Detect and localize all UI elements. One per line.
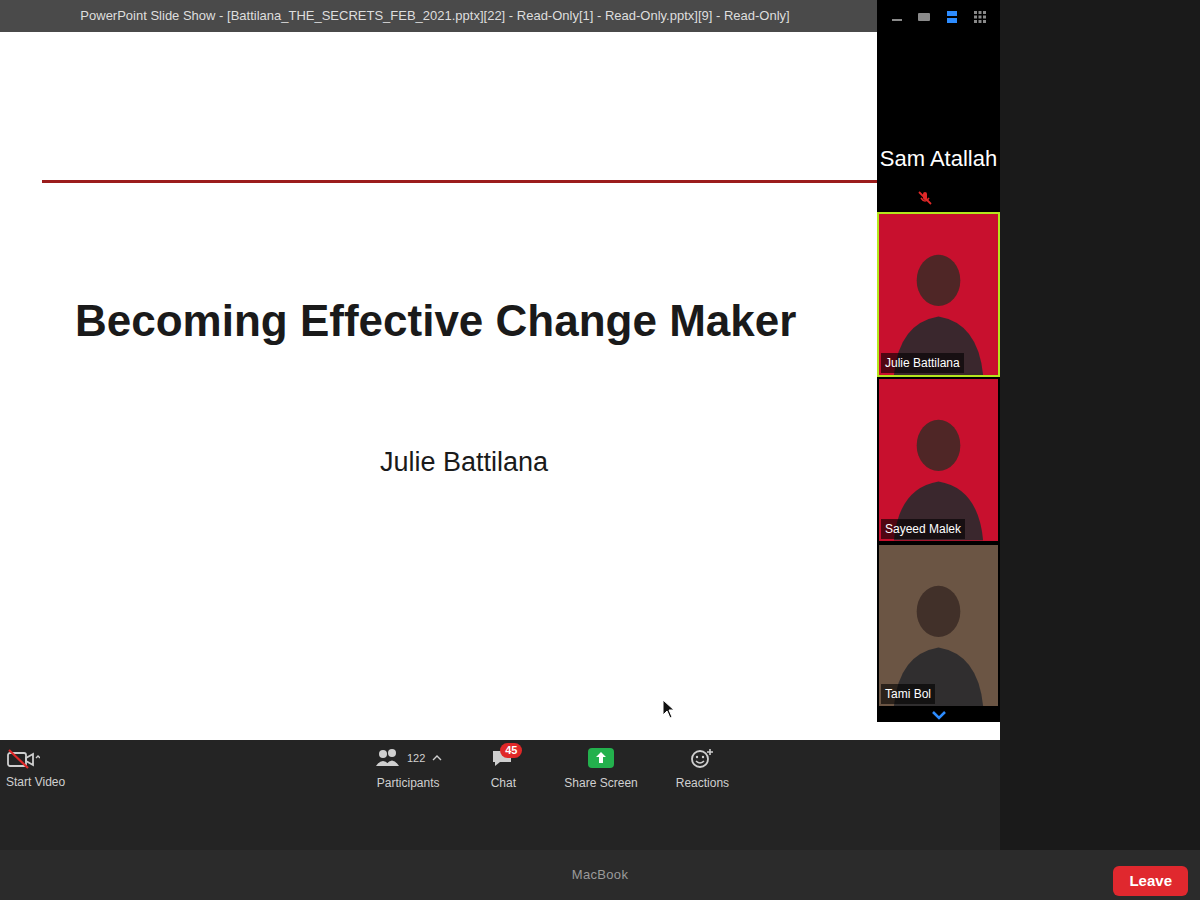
- reactions-icon-row: [688, 746, 716, 770]
- desk-area: [1000, 0, 1200, 740]
- chat-button[interactable]: 45 Chat: [476, 746, 530, 792]
- share-label: Share Screen: [564, 774, 637, 792]
- title-bar: PowerPoint Slide Show - [Battilana_THE_S…: [0, 0, 1000, 32]
- participant-tile[interactable]: Tami Bol: [877, 543, 1000, 708]
- slide-title: Becoming Effective Change Maker: [75, 295, 1000, 348]
- share-button[interactable]: Share Screen: [560, 746, 641, 792]
- participant-count: 122: [407, 750, 425, 767]
- bezel-label: MacBook: [572, 865, 628, 885]
- reactions-button[interactable]: Reactions: [672, 746, 733, 792]
- start-video-label: Start Video: [6, 773, 65, 791]
- reactions-icon: [688, 747, 716, 769]
- share-icon: [586, 747, 616, 769]
- meeting-toolbar: Start Video 122 Participants 45 Chat Share Sc…: [0, 740, 1000, 850]
- participant-name: Julie Battilana: [881, 353, 964, 373]
- reactions-label: Reactions: [676, 774, 729, 792]
- speaker-view-icon[interactable]: [945, 10, 959, 24]
- participants-label: Participants: [377, 774, 440, 792]
- down-chevron-icon[interactable]: [931, 710, 947, 720]
- participant-tile[interactable]: Sam Atallah: [877, 34, 1000, 212]
- window-title: PowerPoint Slide Show - [Battilana_THE_S…: [80, 6, 789, 26]
- participant-name: Sam Atallah: [880, 142, 997, 175]
- camera-off-icon: [6, 748, 40, 770]
- caret-up-icon[interactable]: [432, 754, 442, 762]
- desk-area-lower: [1000, 740, 1200, 850]
- participant-name: Sayeed Malek: [881, 519, 965, 539]
- participant-tile[interactable]: Sayeed Malek: [877, 377, 1000, 542]
- video-frame: [879, 214, 998, 375]
- scroll-control: [877, 708, 1000, 722]
- participant-name: Tami Bol: [881, 684, 935, 704]
- cursor-icon: [662, 699, 676, 719]
- slide: Becoming Effective Change Maker Julie Ba…: [0, 32, 1000, 740]
- toolbar-group: 122 Participants 45 Chat Share Screen Reactio…: [370, 744, 733, 792]
- screen: PowerPoint Slide Show - [Battilana_THE_S…: [0, 0, 1200, 900]
- participants-icon-row: 122: [374, 746, 442, 770]
- chat-label: Chat: [491, 774, 516, 792]
- chat-badge: 45: [500, 743, 522, 758]
- window-icon[interactable]: [917, 11, 931, 23]
- video-frame: [879, 545, 998, 706]
- bottom-area: Start Video 122 Participants 45 Chat Share Sc…: [0, 740, 1200, 850]
- view-controls: [877, 0, 1000, 34]
- chat-icon-row: 45: [490, 746, 516, 770]
- slide-rule: [42, 180, 882, 183]
- participants-icon: [374, 747, 404, 769]
- slideshow-window: PowerPoint Slide Show - [Battilana_THE_S…: [0, 0, 1000, 740]
- participants-panel[interactable]: Sam Atallah Julie Battilana Sayeed Malek Ta…: [877, 0, 1000, 722]
- laptop-bezel: MacBook Leave: [0, 850, 1200, 900]
- top-area: PowerPoint Slide Show - [Battilana_THE_S…: [0, 0, 1200, 740]
- minimize-icon[interactable]: [891, 11, 903, 23]
- share-icon-row: [586, 746, 616, 770]
- start-video-button[interactable]: Start Video: [0, 744, 370, 791]
- muted-mic-icon: [917, 190, 933, 206]
- grid-view-icon[interactable]: [973, 10, 987, 24]
- participants-button[interactable]: 122 Participants: [370, 746, 446, 792]
- video-frame: [879, 379, 998, 540]
- participant-list: Sam Atallah Julie Battilana Sayeed Malek Ta…: [877, 34, 1000, 708]
- participant-tile[interactable]: Julie Battilana: [877, 212, 1000, 377]
- leave-button[interactable]: Leave: [1113, 866, 1188, 897]
